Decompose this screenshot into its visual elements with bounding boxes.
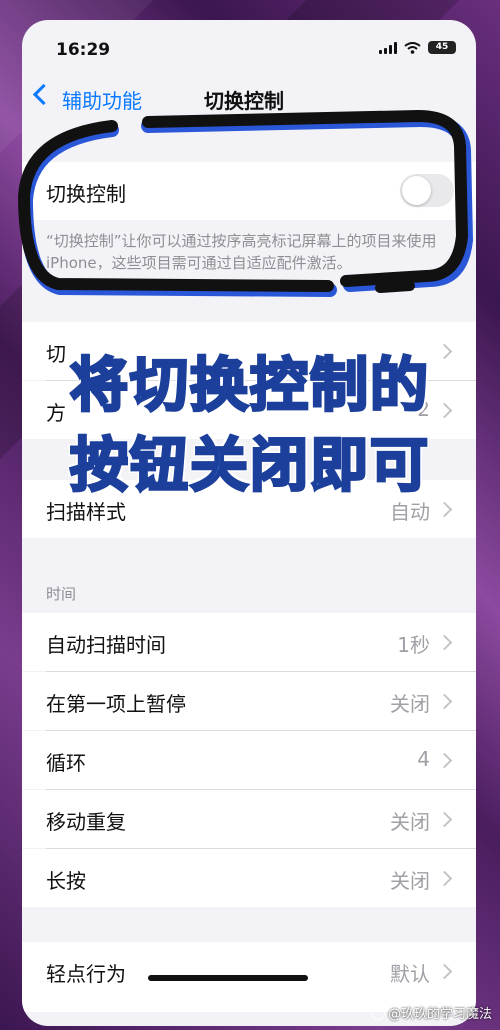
chevron-right-icon [436, 963, 453, 980]
pause-on-first-item-row[interactable]: 在第一项上暂停 关闭 [22, 672, 476, 730]
home-indicator [148, 975, 308, 981]
watermark-text: @玖玖的学习魔法 [387, 1007, 492, 1022]
row-label: 轻点行为 [46, 962, 126, 986]
toggle-knob [402, 176, 431, 205]
row-value: 关闭 [390, 869, 430, 893]
watermark: @玖玖的学习魔法 [370, 1003, 492, 1022]
back-button-label: 辅助功能 [62, 89, 142, 113]
chevron-right-icon [436, 501, 453, 518]
page-title: 切换控制 [204, 89, 284, 113]
status-time: 16:29 [56, 40, 111, 60]
row-value: 1秒 [397, 633, 430, 657]
long-press-row[interactable]: 长按 关闭 [22, 849, 476, 907]
row-label: 在第一项上暂停 [46, 692, 186, 716]
watermark-logo-icon [370, 1005, 385, 1020]
chevron-right-icon [436, 870, 453, 887]
chevron-right-icon [436, 811, 453, 828]
chevron-left-icon [32, 83, 55, 106]
row-label: 自动扫描时间 [46, 633, 166, 657]
auto-scan-time-row[interactable]: 自动扫描时间 1秒 [22, 613, 476, 671]
cellular-signal-icon [379, 41, 397, 54]
row-value: 4 [417, 747, 430, 771]
row-label: 移动重复 [46, 810, 126, 834]
navigation-bar: 辅助功能 切换控制 [22, 80, 476, 120]
status-icons: 45 [379, 41, 456, 54]
row-value: 关闭 [390, 810, 430, 834]
wifi-icon [404, 41, 421, 54]
loops-row[interactable]: 循环 4 [22, 731, 476, 789]
status-bar: 16:29 45 [22, 20, 476, 78]
switch-control-description: “切换控制”让你可以通过按序高亮标记屏幕上的项目来使用 iPhone，这些项目需… [46, 232, 437, 272]
row-label: 长按 [46, 869, 86, 893]
overlay-caption-line-2: 按钮关闭即可 [68, 430, 430, 501]
row-label: 循环 [46, 751, 86, 775]
phone-screen: 16:29 45 辅助功能 切换控制 切换控制 “切换控制”让你可以通过按序高亮… [22, 20, 476, 1026]
chevron-right-icon [436, 752, 453, 769]
chevron-right-icon [436, 634, 453, 651]
back-button[interactable]: 辅助功能 [22, 80, 172, 120]
row-value: 关闭 [390, 692, 430, 716]
battery-icon: 45 [428, 41, 456, 54]
row-value: 默认 [390, 962, 430, 986]
timing-section-header: 时间 [46, 585, 77, 603]
switch-control-toggle[interactable] [400, 174, 454, 207]
chevron-right-icon [436, 693, 453, 710]
switch-control-row: 切换控制 [22, 162, 476, 220]
overlay-caption-line-1: 将切换控制的 [68, 350, 430, 421]
switch-control-label: 切换控制 [46, 182, 126, 206]
move-repeat-row[interactable]: 移动重复 关闭 [22, 790, 476, 848]
